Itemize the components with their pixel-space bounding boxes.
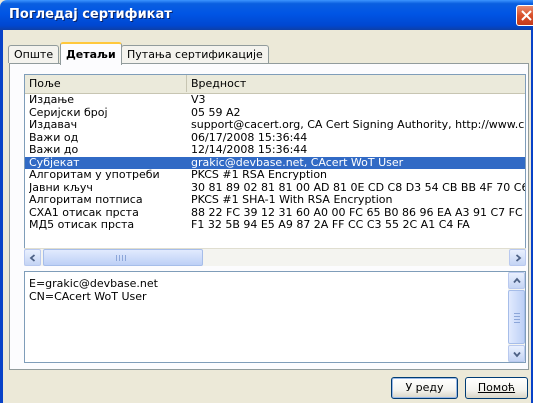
close-button[interactable] bbox=[516, 5, 533, 26]
close-icon bbox=[521, 10, 532, 21]
column-header-field[interactable]: Поље bbox=[25, 75, 187, 92]
scroll-left-button[interactable] bbox=[24, 249, 41, 266]
table-row[interactable]: Издавач support@cacert.org, CA Cert Signi… bbox=[25, 119, 525, 132]
table-row[interactable]: Важи до 12/14/2008 15:36:44 bbox=[25, 144, 525, 157]
field-value-cell: V3 bbox=[191, 94, 206, 106]
table-row[interactable]: Алгоритам у употреби PKCS #1 RSA Encrypti… bbox=[25, 169, 525, 182]
arrow-left-icon bbox=[29, 254, 36, 262]
window-title: Погледај сертификат bbox=[9, 7, 172, 22]
table-row[interactable]: МД5 отисак прста F1 32 5B 94 E5 A9 87 2A … bbox=[25, 219, 525, 232]
tab-label: Детаљи bbox=[66, 48, 116, 61]
vertical-scroll-thumb[interactable] bbox=[508, 290, 525, 344]
horizontal-scroll-thumb[interactable] bbox=[43, 249, 203, 266]
field-name-cell: СХА1 отисак прста bbox=[29, 206, 139, 219]
tab-label: Опште bbox=[14, 48, 54, 61]
tab-general[interactable]: Опште bbox=[8, 45, 60, 63]
table-row[interactable]: Важи од 06/17/2008 15:36:44 bbox=[25, 132, 525, 145]
field-name-cell: Издање bbox=[29, 94, 75, 106]
field-name-cell: МД5 отисак прста bbox=[29, 219, 135, 231]
tab-details[interactable]: Детаљи bbox=[60, 42, 122, 65]
table-row[interactable]: СХА1 отисак прста 88 22 FC 39 12 31 60 A0… bbox=[25, 207, 525, 220]
list-header: Поље Вредност bbox=[25, 75, 525, 94]
field-value-cell: F1 32 5B 94 E5 A9 87 2A FF CC C3 55 2C A… bbox=[191, 219, 470, 231]
arrow-right-icon bbox=[515, 254, 522, 262]
table-row[interactable]: Субјекат grakic@devbase.net, CAcert WoT U… bbox=[25, 156, 525, 169]
field-value-cell: grakic@devbase.net, CAcert WoT User bbox=[191, 156, 404, 169]
table-row[interactable]: Јавни кључ 30 81 89 02 81 81 00 AD 81 0E … bbox=[25, 182, 525, 195]
scroll-up-button[interactable] bbox=[508, 272, 525, 289]
field-name-cell: Важи до bbox=[29, 144, 79, 156]
ok-button[interactable]: У реду bbox=[391, 377, 458, 399]
field-name-cell: Серијски број bbox=[29, 106, 108, 119]
field-value-cell: support@cacert.org, CA Cert Signing Auth… bbox=[191, 119, 525, 131]
window-frame-left bbox=[0, 30, 3, 403]
field-value-cell: 05 59 A2 bbox=[191, 106, 241, 119]
field-name-cell: Субјекат bbox=[29, 156, 80, 169]
scroll-down-button[interactable] bbox=[508, 345, 525, 362]
scroll-grip bbox=[116, 255, 128, 261]
field-value-cell: PKCS #1 SHA-1 With RSA Encryption bbox=[191, 194, 393, 206]
scroll-right-button[interactable] bbox=[509, 249, 526, 266]
field-value-cell: 88 22 FC 39 12 31 60 A0 00 FC 65 B0 86 9… bbox=[191, 206, 525, 219]
field-name-cell: Алгоритам у употреби bbox=[29, 169, 160, 181]
scroll-grip bbox=[514, 313, 520, 323]
field-value-cell: 12/14/2008 15:36:44 bbox=[191, 144, 308, 156]
field-value-cell: 06/17/2008 15:36:44 bbox=[191, 131, 308, 144]
horizontal-scrollbar[interactable] bbox=[24, 248, 526, 266]
table-row[interactable]: Издање V3 bbox=[25, 94, 525, 107]
arrow-down-icon bbox=[513, 351, 521, 358]
field-value-cell: 30 81 89 02 81 81 00 AD 81 0E CD C8 D3 5… bbox=[191, 181, 525, 194]
tab-certification-path[interactable]: Путања сертификације bbox=[121, 45, 269, 63]
field-name-cell: Јавни кључ bbox=[29, 181, 93, 194]
tab-label: Путања сертификације bbox=[127, 48, 263, 61]
certificate-fields-list[interactable]: Поље Вредност Издање V3 Серијски број 05 59… bbox=[24, 74, 526, 266]
field-value-cell: PKCS #1 RSA Encryption bbox=[191, 169, 328, 181]
field-value-line: E=grakic@devbase.net bbox=[29, 277, 158, 290]
field-value-line: CN=CAcert WoT User bbox=[29, 290, 147, 303]
help-button-label: Помоћ bbox=[477, 381, 516, 394]
table-row[interactable]: Серијски број 05 59 A2 bbox=[25, 107, 525, 120]
field-value-box[interactable]: E=grakic@devbase.net CN=CAcert WoT User bbox=[24, 271, 526, 363]
field-name-cell: Важи од bbox=[29, 131, 79, 144]
help-button[interactable]: Помоћ bbox=[465, 377, 528, 399]
column-header-value[interactable]: Вредност bbox=[187, 75, 525, 92]
certificate-viewer-dialog: Погледај сертификат Опште Детаљи Путања … bbox=[0, 0, 533, 403]
title-bar[interactable]: Погледај сертификат bbox=[0, 0, 533, 30]
table-row[interactable]: Алгоритам потписа PKCS #1 SHA-1 With RSA … bbox=[25, 194, 525, 207]
field-name-cell: Издавач bbox=[29, 119, 78, 131]
list-rows: Издање V3 Серијски број 05 59 A2 Издавач supp… bbox=[25, 94, 525, 232]
arrow-up-icon bbox=[513, 277, 521, 284]
field-name-cell: Алгоритам потписа bbox=[29, 194, 143, 206]
vertical-scrollbar[interactable] bbox=[508, 272, 525, 362]
